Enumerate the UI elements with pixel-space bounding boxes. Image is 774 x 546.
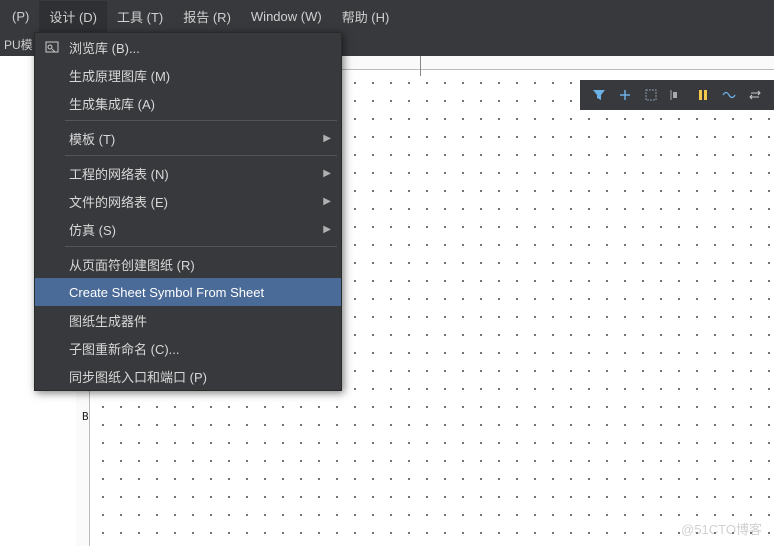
- watermark: @51CTO博客: [681, 519, 762, 538]
- menu-window[interactable]: Window (W): [241, 3, 332, 30]
- menu-item-file-netlist[interactable]: 文件的网络表 (E) ▶: [35, 187, 341, 215]
- menu-item-simulation[interactable]: 仿真 (S) ▶: [35, 215, 341, 243]
- menu-item-sync-ports[interactable]: 同步图纸入口和端口 (P): [35, 362, 341, 390]
- menu-item-label: 浏览库 (B)...: [69, 38, 140, 57]
- menu-help[interactable]: 帮助 (H): [332, 1, 400, 32]
- menu-prev[interactable]: (P): [2, 3, 39, 30]
- submenu-arrow-icon: ▶: [323, 133, 331, 144]
- menu-tools[interactable]: 工具 (T): [107, 1, 173, 32]
- menu-item-label: 从页面符创建图纸 (R): [69, 255, 195, 274]
- menu-item-label: 子图重新命名 (C)...: [69, 339, 180, 358]
- menu-item-rename-child[interactable]: 子图重新命名 (C)...: [35, 334, 341, 362]
- menubar: (P) 设计 (D) 工具 (T) 报告 (R) Window (W) 帮助 (…: [0, 0, 774, 32]
- menu-reports[interactable]: 报告 (R): [173, 1, 241, 32]
- menu-item-gen-schlib[interactable]: 生成原理图库 (M): [35, 61, 341, 89]
- menu-item-create-sheet-symbol-from-sheet[interactable]: Create Sheet Symbol From Sheet: [35, 278, 341, 306]
- submenu-arrow-icon: ▶: [323, 168, 331, 179]
- menu-item-label: 工程的网络表 (N): [69, 164, 169, 183]
- library-icon: [43, 40, 61, 54]
- menu-item-templates[interactable]: 模板 (T) ▶: [35, 124, 341, 152]
- box-icon[interactable]: [638, 83, 664, 107]
- menu-item-sheet-generator[interactable]: 图纸生成器件: [35, 306, 341, 334]
- switch-icon[interactable]: [742, 83, 768, 107]
- filter-icon[interactable]: [586, 83, 612, 107]
- menu-item-project-netlist[interactable]: 工程的网络表 (N) ▶: [35, 159, 341, 187]
- stack-icon[interactable]: [690, 83, 716, 107]
- row-label-b: B: [82, 410, 89, 423]
- menu-item-label: 文件的网络表 (E): [69, 192, 168, 211]
- plus-icon[interactable]: [612, 83, 638, 107]
- design-menu-dropdown: 浏览库 (B)... 生成原理图库 (M) 生成集成库 (A) 模板 (T)▶ …: [34, 32, 342, 391]
- subbar-text: PU模: [4, 36, 33, 53]
- menu-item-label: 模板 (T): [69, 129, 115, 148]
- menu-item-label: 生成集成库 (A): [69, 94, 155, 113]
- menu-item-label: Create Sheet Symbol From Sheet: [69, 285, 264, 300]
- menu-separator: [65, 120, 337, 121]
- menu-separator: [65, 155, 337, 156]
- menu-item-label: 生成原理图库 (M): [69, 66, 170, 85]
- wave-icon[interactable]: [716, 83, 742, 107]
- align-icon[interactable]: [664, 83, 690, 107]
- menu-design[interactable]: 设计 (D): [39, 1, 107, 32]
- menu-item-create-sheet-from-symbol[interactable]: 从页面符创建图纸 (R): [35, 250, 341, 278]
- submenu-arrow-icon: ▶: [323, 196, 331, 207]
- menu-item-gen-intlib[interactable]: 生成集成库 (A): [35, 89, 341, 117]
- menu-item-label: 图纸生成器件: [69, 311, 147, 330]
- menu-item-label: 同步图纸入口和端口 (P): [69, 367, 207, 386]
- floating-toolbar: [580, 80, 774, 110]
- submenu-arrow-icon: ▶: [323, 224, 331, 235]
- menu-item-browse-library[interactable]: 浏览库 (B)...: [35, 33, 341, 61]
- menu-item-label: 仿真 (S): [69, 220, 116, 239]
- column-divider: [420, 56, 421, 76]
- menu-separator: [65, 246, 337, 247]
